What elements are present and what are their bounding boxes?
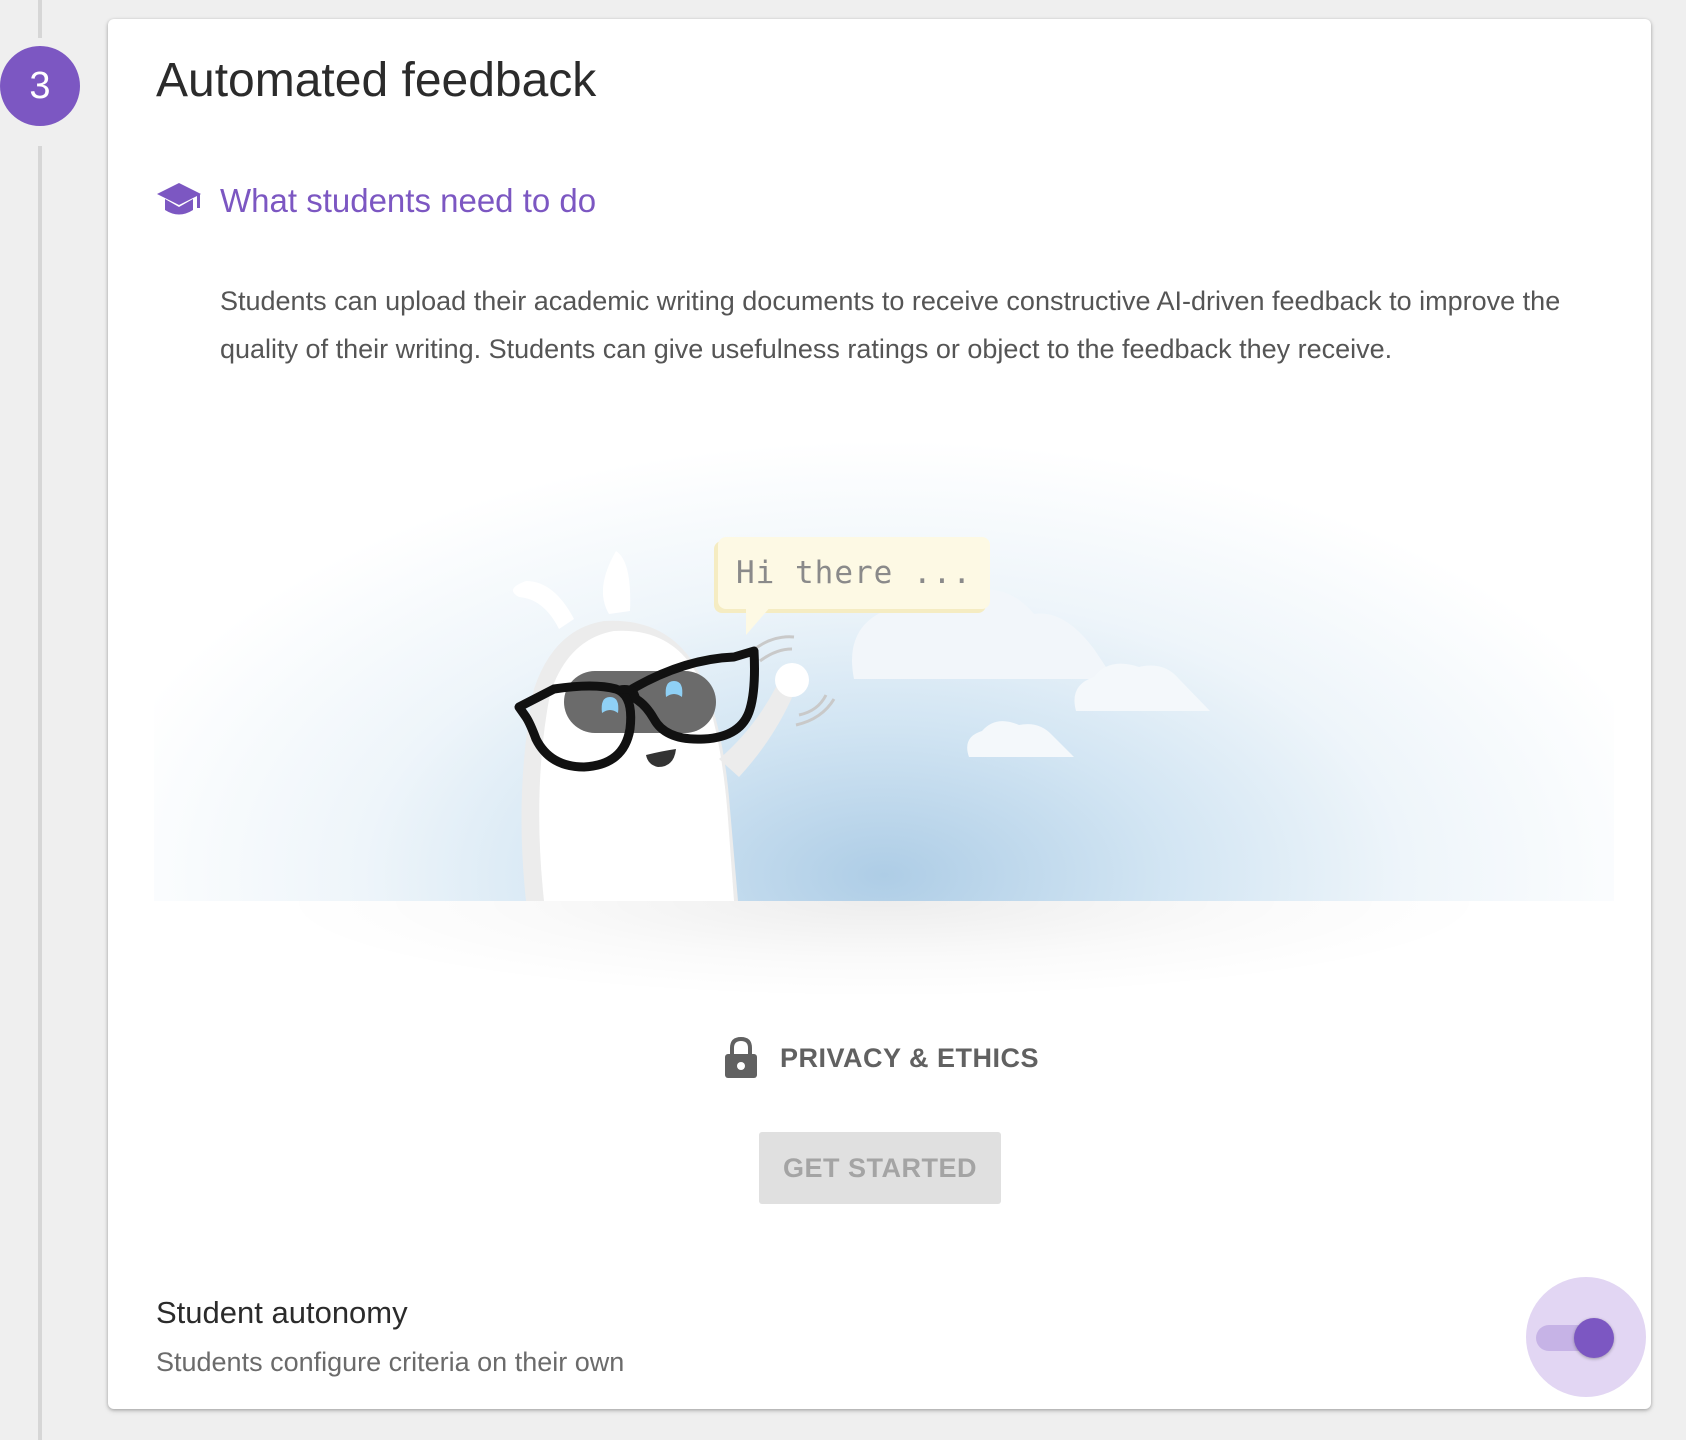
card-title: Automated feedback bbox=[156, 54, 597, 107]
illustration: Hi there ... bbox=[154, 389, 1614, 1039]
student-autonomy-title: Student autonomy bbox=[156, 1295, 408, 1330]
privacy-ethics-link[interactable]: PRIVACY & ETHICS bbox=[724, 1037, 1039, 1079]
section-heading: What students need to do bbox=[156, 181, 596, 221]
graduation-cap-icon bbox=[157, 183, 201, 215]
section-description: Students can upload their academic writi… bbox=[220, 286, 1561, 364]
toggle-thumb[interactable] bbox=[1574, 1318, 1614, 1358]
automated-feedback-card: Automated feedback What students need to… bbox=[108, 19, 1651, 1409]
illustration-ground-shadow bbox=[274, 901, 1494, 1031]
lock-icon bbox=[725, 1037, 757, 1078]
section-heading-text: What students need to do bbox=[220, 182, 597, 219]
student-autonomy-subtitle: Students configure criteria on their own bbox=[156, 1347, 625, 1377]
privacy-ethics-label: PRIVACY & ETHICS bbox=[780, 1042, 1040, 1073]
get-started-button[interactable]: GET STARTED bbox=[759, 1132, 1001, 1204]
mascot-scene bbox=[512, 551, 1210, 901]
cloud-small-icon bbox=[967, 721, 1074, 757]
step-number-badge: 3 bbox=[0, 46, 80, 126]
step-connector-line bbox=[38, 0, 42, 1440]
student-autonomy-toggle[interactable] bbox=[1536, 1318, 1622, 1358]
speech-bubble: Hi there ... bbox=[718, 537, 990, 635]
speech-bubble-text: Hi there ... bbox=[736, 555, 972, 591]
speech-bubble-tail bbox=[746, 605, 772, 635]
